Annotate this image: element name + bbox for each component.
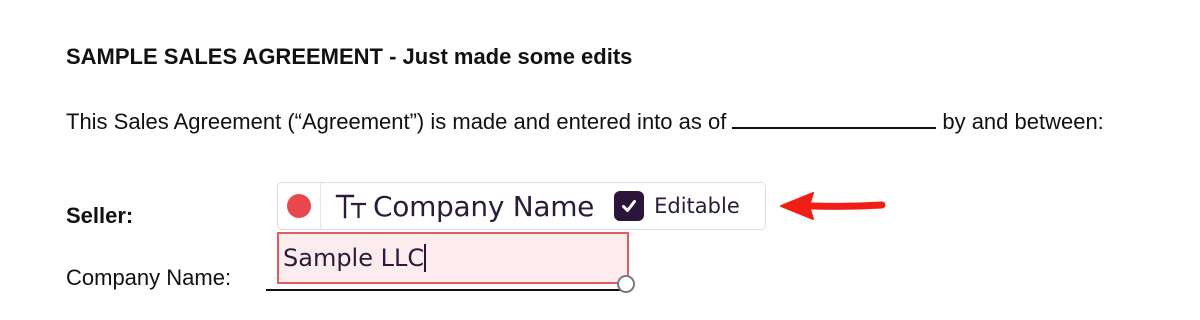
date-blank-line	[732, 107, 937, 129]
editable-toggle[interactable]: Editable	[614, 191, 740, 221]
checkmark-icon	[622, 200, 637, 212]
color-dot-icon	[287, 194, 311, 218]
company-name-value: Sample LLC	[283, 244, 425, 272]
intro-text-before-blank: This Sales Agreement (“Agreement”) is ma…	[66, 109, 727, 134]
document-title: SAMPLE SALES AGREEMENT - Just made some …	[66, 44, 633, 69]
intro-text-after-blank: by and between:	[942, 109, 1104, 134]
company-name-underline	[266, 289, 626, 291]
arrow-left-icon	[780, 192, 886, 220]
field-name-label: Company Name	[373, 189, 595, 223]
company-name-label: Company Name:	[66, 265, 232, 290]
field-toolbar: Company Name Editable	[277, 182, 766, 230]
resize-handle[interactable]	[617, 275, 635, 293]
field-color-button[interactable]	[278, 183, 321, 229]
text-type-icon	[335, 194, 367, 219]
company-name-input[interactable]: Sample LLC	[277, 232, 629, 284]
intro-paragraph: This Sales Agreement (“Agreement”) is ma…	[66, 106, 1151, 138]
seller-label: Seller:	[66, 203, 134, 228]
text-caret	[424, 244, 427, 272]
editable-checkbox[interactable]	[614, 191, 645, 221]
field-type-selector[interactable]: Company Name	[321, 183, 594, 229]
editable-label: Editable	[654, 194, 740, 218]
